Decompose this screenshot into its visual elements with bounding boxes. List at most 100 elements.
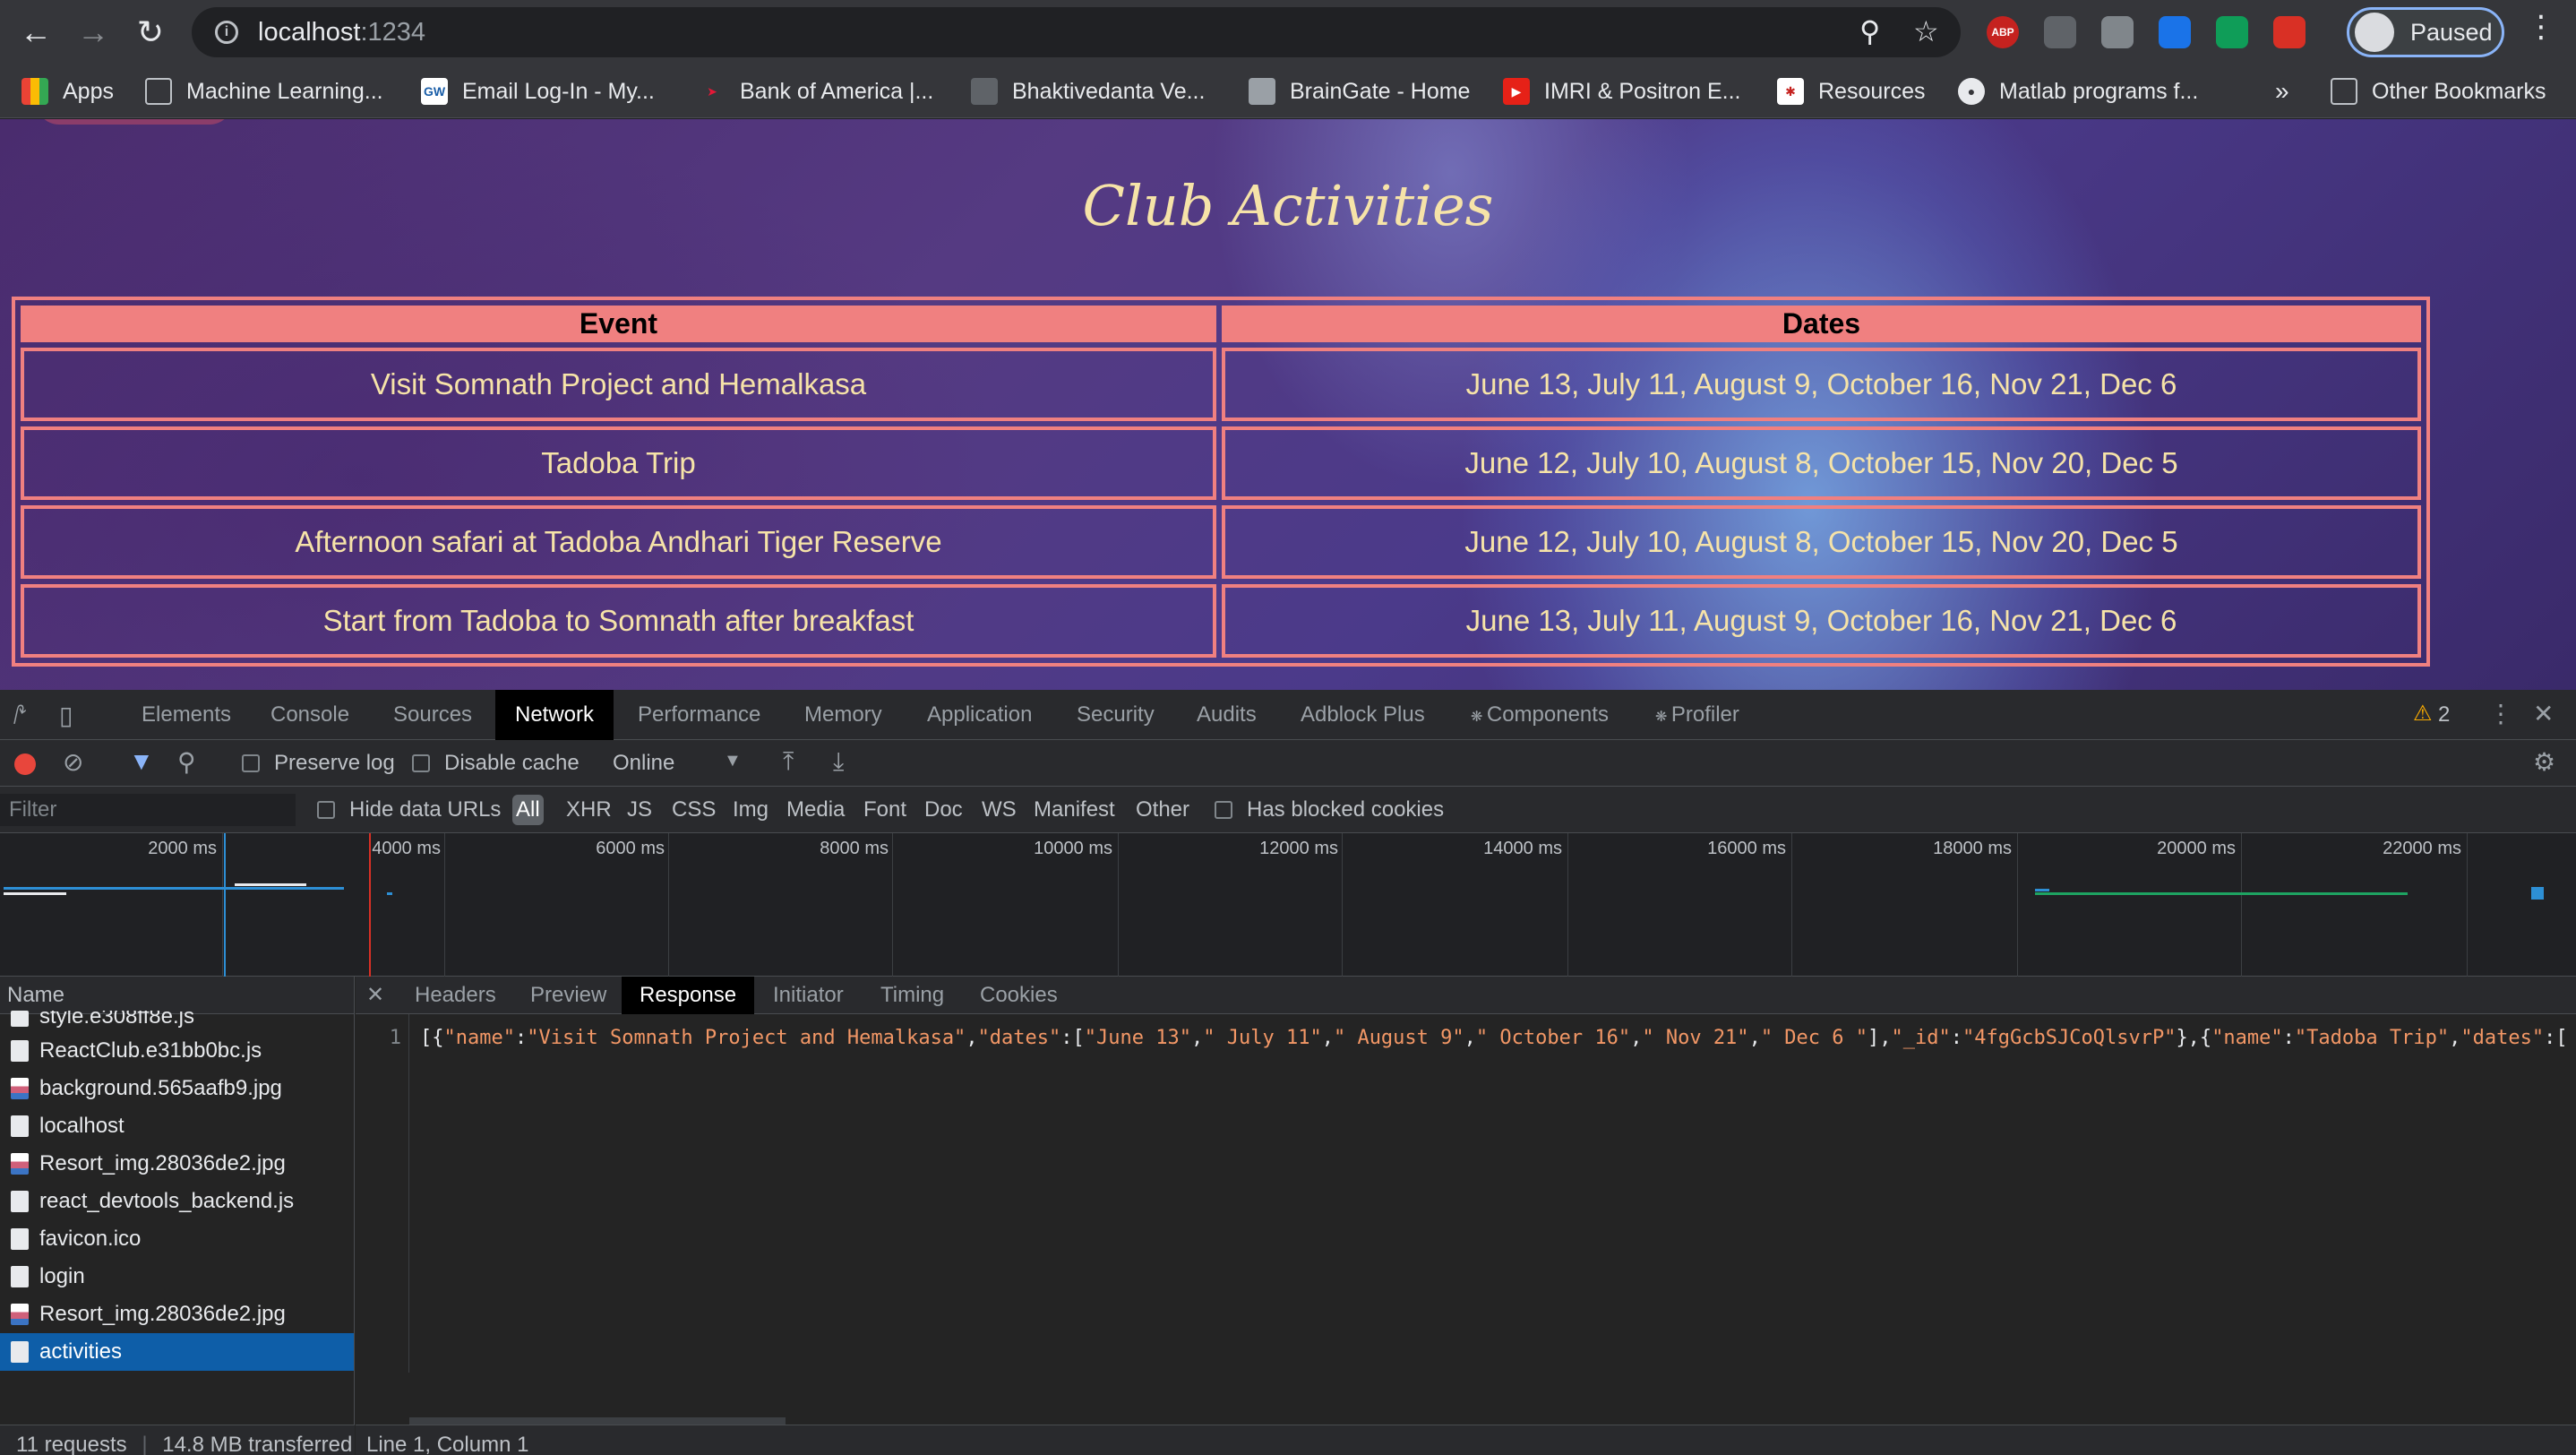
has-blocked-cookies-checkbox[interactable] bbox=[1215, 801, 1232, 819]
warning-count[interactable]: 2 bbox=[2438, 702, 2450, 728]
extension-icon[interactable] bbox=[2101, 16, 2134, 48]
response-body[interactable]: [{"name":"Visit Somnath Project and Hema… bbox=[420, 1027, 2570, 1049]
device-toolbar-icon[interactable]: ▯ bbox=[59, 701, 73, 730]
tab-headers[interactable]: Headers bbox=[397, 977, 514, 1014]
bookmark-machine-learning[interactable]: Machine Learning... bbox=[145, 65, 383, 118]
list-item[interactable]: login bbox=[0, 1258, 354, 1296]
tick-line bbox=[2467, 833, 2468, 977]
bookmark-email-login[interactable]: GW Email Log-In - My... bbox=[421, 65, 655, 118]
hide-data-urls-checkbox[interactable] bbox=[317, 801, 335, 819]
close-icon[interactable]: ✕ bbox=[2533, 699, 2554, 728]
star-icon[interactable]: ☆ bbox=[1913, 14, 1939, 48]
tab-adblock-plus[interactable]: Adblock Plus bbox=[1281, 690, 1445, 740]
tab-network[interactable]: Network bbox=[495, 690, 614, 740]
list-item[interactable]: Resort_img.28036de2.jpg bbox=[0, 1296, 354, 1333]
tab-sources[interactable]: Sources bbox=[374, 690, 492, 740]
tab-profiler[interactable]: ❋ Profiler bbox=[1636, 690, 1759, 740]
tab-components[interactable]: ❋ Components bbox=[1451, 690, 1628, 740]
export-har-icon[interactable]: ⤓ bbox=[833, 747, 844, 777]
filter-type-css[interactable]: CSS bbox=[668, 795, 719, 825]
bookmark-bank-of-america[interactable]: ➤ Bank of America |... bbox=[699, 65, 933, 118]
tab-memory[interactable]: Memory bbox=[785, 690, 902, 740]
back-arrow-icon[interactable]: ← bbox=[7, 4, 64, 61]
apps-grid-icon bbox=[21, 78, 48, 105]
list-item[interactable]: ReactClub.e31bb0bc.js bbox=[0, 1032, 354, 1070]
tick-label: 20000 ms bbox=[2157, 839, 2236, 858]
dates-cell: June 12, July 10, August 8, October 15, … bbox=[1222, 505, 2421, 579]
import-har-icon[interactable]: ⤒ bbox=[783, 747, 794, 777]
extension-icon[interactable] bbox=[2273, 16, 2306, 48]
key-icon[interactable]: ⚲ bbox=[1859, 14, 1880, 48]
list-item[interactable]: favicon.ico bbox=[0, 1220, 354, 1258]
filter-type-other[interactable]: Other bbox=[1132, 795, 1193, 825]
tab-cookies[interactable]: Cookies bbox=[962, 977, 1076, 1014]
kebab-menu-icon[interactable]: ⋮ bbox=[2526, 9, 2556, 45]
preserve-log-checkbox[interactable] bbox=[242, 754, 260, 772]
throttling-select[interactable]: Online bbox=[613, 740, 674, 787]
filter-type-doc[interactable]: Doc bbox=[921, 795, 966, 825]
filter-type-media[interactable]: Media bbox=[783, 795, 848, 825]
bookmark-apps[interactable]: Apps bbox=[21, 65, 114, 118]
tab-initiator[interactable]: Initiator bbox=[755, 977, 862, 1014]
tab-response[interactable]: Response bbox=[622, 977, 755, 1014]
table-row: Afternoon safari at Tadoba Andhari Tiger… bbox=[21, 505, 2421, 579]
disable-cache-checkbox[interactable] bbox=[412, 754, 430, 772]
zoom-icon[interactable] bbox=[2159, 16, 2191, 48]
bookmark-bhaktivedanta[interactable]: Bhaktivedanta Ve... bbox=[971, 65, 1205, 118]
bookmark-braingate[interactable]: BrainGate - Home bbox=[1249, 65, 1470, 118]
bookmark-matlab[interactable]: ● Matlab programs f... bbox=[1958, 65, 2198, 118]
bookmark-resources[interactable]: ✱ Resources bbox=[1777, 65, 1926, 118]
chevron-down-icon[interactable]: ▼ bbox=[724, 751, 742, 771]
header-button[interactable] bbox=[36, 119, 233, 125]
list-item[interactable]: background.565aafb9.jpg bbox=[0, 1070, 354, 1107]
list-item[interactable]: style.e308ff8e.js bbox=[0, 1011, 354, 1032]
filter-type-all[interactable]: All bbox=[512, 795, 544, 825]
list-item[interactable]: react_devtools_backend.js bbox=[0, 1183, 354, 1220]
bookmark-label: Other Bookmarks bbox=[2372, 78, 2546, 104]
warning-icon[interactable]: ⚠ bbox=[2413, 701, 2433, 727]
other-bookmarks[interactable]: Other Bookmarks bbox=[2331, 65, 2546, 118]
close-icon[interactable]: ✕ bbox=[356, 977, 395, 1014]
name-column-header[interactable]: Name bbox=[0, 977, 354, 1014]
tab-console[interactable]: Console bbox=[251, 690, 369, 740]
browser-toolbar: ← → ↻ i localhost:1234 ⚲ ☆ ABP Paused ⋮ bbox=[0, 0, 2576, 65]
filter-type-ws[interactable]: WS bbox=[978, 795, 1020, 825]
filter-type-manifest[interactable]: Manifest bbox=[1030, 795, 1119, 825]
filter-type-xhr[interactable]: XHR bbox=[562, 795, 615, 825]
adblock-plus-icon[interactable]: ABP bbox=[1987, 16, 2019, 48]
network-overview-timeline[interactable]: 2000 ms 4000 ms 6000 ms 8000 ms 10000 ms… bbox=[0, 833, 2576, 977]
tab-security[interactable]: Security bbox=[1057, 690, 1174, 740]
extension-icon[interactable] bbox=[2216, 16, 2248, 48]
search-icon[interactable]: ⚲ bbox=[177, 747, 196, 777]
record-icon[interactable] bbox=[14, 753, 36, 775]
inspect-element-icon[interactable]: ⭚ bbox=[13, 701, 27, 730]
list-item[interactable]: Resort_img.28036de2.jpg bbox=[0, 1145, 354, 1183]
site-info-icon[interactable]: i bbox=[215, 21, 238, 44]
filter-type-font[interactable]: Font bbox=[860, 795, 910, 825]
tab-preview[interactable]: Preview bbox=[512, 977, 624, 1014]
gear-icon[interactable]: ⚙ bbox=[2533, 747, 2555, 777]
filter-type-js[interactable]: JS bbox=[623, 795, 656, 825]
clear-icon[interactable]: ⊘ bbox=[63, 747, 83, 777]
filter-type-img[interactable]: Img bbox=[729, 795, 772, 825]
filter-icon[interactable]: ▼ bbox=[129, 747, 154, 776]
list-item[interactable]: localhost bbox=[0, 1107, 354, 1145]
bookmark-imri[interactable]: ▶ IMRI & Positron E... bbox=[1503, 65, 1741, 118]
list-item-selected[interactable]: activities bbox=[0, 1333, 354, 1371]
tab-application[interactable]: Application bbox=[907, 690, 1052, 740]
react-icon: ❋ bbox=[1655, 710, 1671, 725]
divider: | bbox=[142, 1433, 148, 1455]
reload-icon[interactable]: ↻ bbox=[122, 4, 179, 61]
address-bar[interactable]: i localhost:1234 ⚲ ☆ bbox=[192, 7, 1961, 57]
devtools-menu-icon[interactable]: ⋮ bbox=[2488, 699, 2513, 728]
file-icon bbox=[11, 1191, 29, 1212]
tab-elements[interactable]: Elements bbox=[122, 690, 251, 740]
tab-timing[interactable]: Timing bbox=[863, 977, 962, 1014]
filter-input[interactable] bbox=[0, 794, 296, 826]
profile-button[interactable]: Paused bbox=[2347, 7, 2504, 57]
tab-performance[interactable]: Performance bbox=[618, 690, 780, 740]
forward-arrow-icon[interactable]: → bbox=[64, 4, 122, 61]
bookmarks-overflow-button[interactable]: » bbox=[2275, 65, 2289, 118]
extension-puzzle-icon[interactable] bbox=[2044, 16, 2076, 48]
tab-audits[interactable]: Audits bbox=[1177, 690, 1276, 740]
